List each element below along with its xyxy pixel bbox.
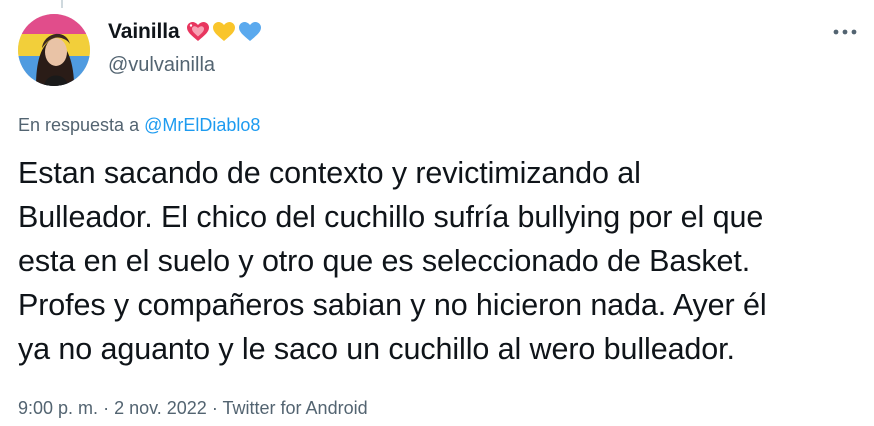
tweet-line: Bulleador. El chico del cuchillo sufría …: [18, 200, 764, 234]
tweet-line: Profes y compañeros sabian y no hicieron…: [18, 288, 767, 322]
reply-mention-link[interactable]: @MrElDiablo8: [144, 115, 260, 135]
tweet-time: 9:00 p. m.: [18, 398, 99, 418]
author-display-name[interactable]: Vainilla: [108, 20, 180, 44]
reply-context: En respuesta a @MrElDiablo8: [18, 115, 260, 136]
blue-heart-icon: [238, 22, 261, 41]
thread-connector-line: [61, 0, 63, 8]
meta-separator: ·: [211, 398, 218, 418]
tweet-metadata: 9:00 p. m. · 2 nov. 2022 · Twitter for A…: [18, 398, 368, 419]
tweet-line: ya no aguanto y le saco un cuchillo al w…: [18, 332, 735, 366]
tweet-text: Estan sacando de contexto y revictimizan…: [18, 151, 863, 371]
tweet-line: esta en el suelo y otro que es seleccion…: [18, 244, 751, 278]
reply-prefix: En respuesta a: [18, 115, 140, 135]
tweet-date: 2 nov. 2022: [114, 398, 207, 418]
author-name-row[interactable]: Vainilla: [108, 19, 262, 45]
tweet-line: Estan sacando de contexto y revictimizan…: [18, 156, 641, 190]
author-handle[interactable]: @vulvainilla: [108, 54, 215, 77]
avatar-image: [18, 14, 90, 86]
meta-separator: ·: [103, 398, 110, 418]
tweet-timestamp-link[interactable]: 9:00 p. m. · 2 nov. 2022: [18, 398, 207, 418]
yellow-heart-icon: [212, 22, 235, 41]
sparkling-heart-icon: [186, 22, 209, 41]
name-emoji-group: [186, 21, 262, 43]
more-dots-icon: [833, 29, 857, 35]
avatar[interactable]: [18, 14, 90, 86]
more-options-button[interactable]: [830, 22, 860, 42]
tweet-source-link[interactable]: Twitter for Android: [223, 398, 368, 418]
